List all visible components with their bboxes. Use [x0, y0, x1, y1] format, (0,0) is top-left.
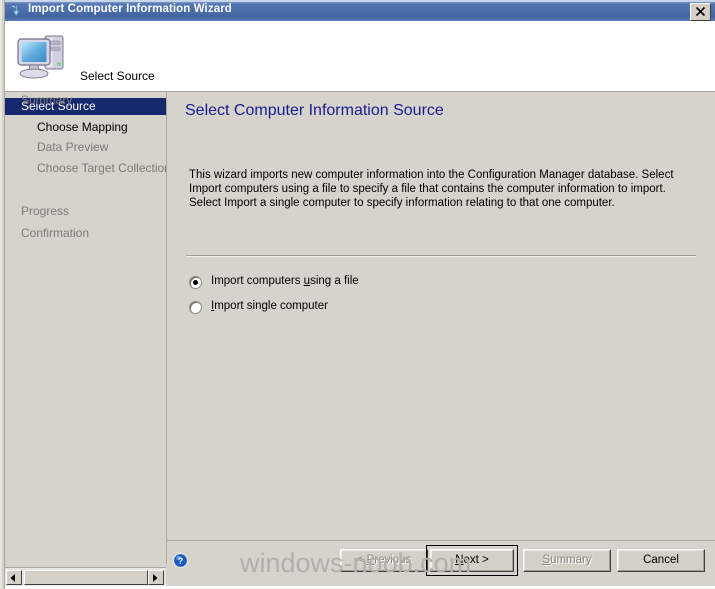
summary-button[interactable]: Summary — [523, 549, 611, 572]
description-text: This wizard imports new computer informa… — [189, 169, 674, 209]
page-title: Select Computer Information Source — [185, 102, 444, 119]
wizard-header: Select Source — [4, 21, 715, 92]
sidebar-item-summary[interactable]: Summary — [5, 92, 166, 109]
content-separator — [186, 255, 696, 257]
title-bar-highlight — [4, 0, 715, 2]
scrollbar-thumb[interactable] — [24, 570, 148, 585]
window-left-edge-highlight — [0, 0, 2, 589]
title-bar: Import Computer Information Wizard — [4, 0, 715, 21]
window-title: Import Computer Information Wizard — [28, 3, 232, 15]
sidebar-item-choose-mapping[interactable]: Choose Mapping — [5, 119, 166, 136]
radio-selected-icon — [189, 276, 202, 289]
wizard-content-pane: Select Computer Information Source This … — [167, 92, 715, 564]
sidebar-item-data-preview[interactable]: Data Preview — [5, 139, 166, 156]
scrollbar-corner — [166, 567, 178, 586]
sidebar-item-confirmation[interactable]: Confirmation — [5, 225, 166, 242]
close-button[interactable] — [690, 3, 711, 21]
wizard-window: Import Computer Information Wizard Selec… — [0, 0, 715, 589]
horizontal-scrollbar[interactable] — [4, 567, 166, 586]
window-left-edge — [0, 0, 5, 589]
sidebar-item-progress[interactable]: Progress — [5, 203, 166, 220]
import-arrow-icon — [8, 3, 24, 19]
previous-button[interactable]: < Previous — [340, 549, 428, 572]
scroll-left-icon[interactable] — [6, 570, 22, 585]
radio-label-import-single: Import single computer — [211, 300, 328, 312]
radio-label-import-using-file: Import computers using a file — [211, 275, 359, 287]
next-button[interactable]: Next > — [430, 549, 514, 572]
wizard-page-subtitle: Select Source — [80, 69, 155, 83]
scroll-right-icon[interactable] — [148, 570, 164, 585]
computer-icon — [12, 27, 72, 85]
wizard-button-bar: ? < Previous Next > Summary Cancel — [167, 540, 715, 589]
radio-unselected-icon — [189, 301, 202, 314]
svg-text:?: ? — [178, 556, 184, 566]
cancel-button[interactable]: Cancel — [617, 549, 705, 572]
sidebar-item-choose-target-collection[interactable]: Choose Target Collection — [5, 160, 171, 177]
wizard-step-list: Select Source Choose Mapping Data Previe… — [5, 92, 171, 564]
